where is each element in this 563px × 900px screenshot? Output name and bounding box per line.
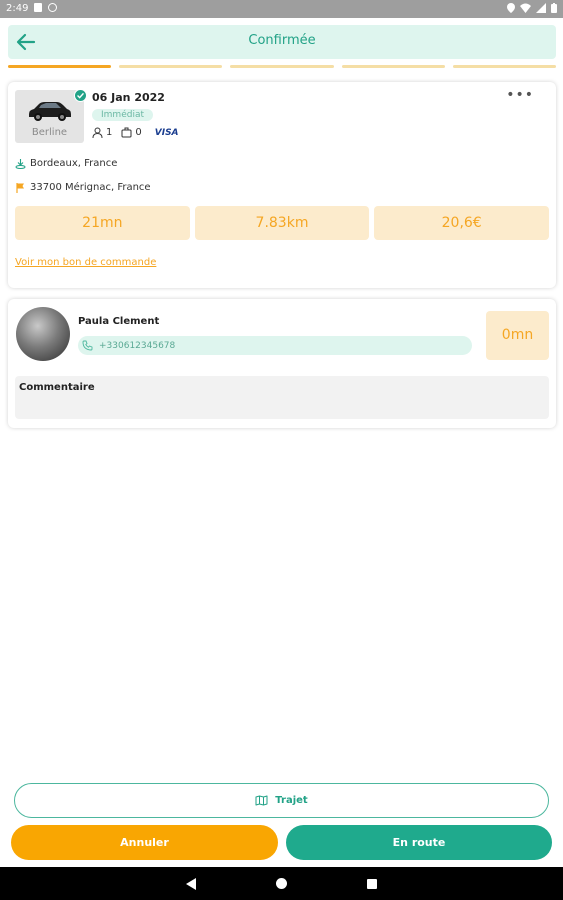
client-phone-number: +330612345678 [99, 340, 176, 351]
phone-icon [82, 340, 93, 351]
progress-segment-4 [341, 65, 445, 68]
vehicle-thumbnail: Berline [15, 89, 87, 143]
trip-stats: 21mn 7.83km 20,6€ [15, 206, 550, 240]
trajet-button[interactable]: Trajet [14, 783, 549, 818]
order-voucher-link[interactable]: Voir mon bon de commande [15, 257, 156, 268]
signal-icon [536, 3, 546, 13]
status-notification-icons [34, 3, 57, 12]
trip-duration: 21mn [15, 206, 190, 240]
battery-icon [551, 3, 557, 13]
passenger-count: 1 [106, 127, 113, 138]
booking-details-row: 1 0 VISA [92, 127, 179, 138]
progress-segment-3 [230, 65, 334, 68]
pickup-pin-icon [15, 159, 26, 169]
client-card: Paula Clement +330612345678 0mn Commenta… [8, 299, 556, 428]
sync-icon [48, 3, 57, 12]
en-route-button[interactable]: En route [286, 825, 552, 860]
dropoff-address: 33700 Mérignac, France [15, 182, 151, 193]
trip-distance: 7.83km [194, 206, 370, 240]
trip-price: 20,6€ [374, 206, 550, 240]
nav-home-icon[interactable] [276, 878, 287, 889]
booking-type-badge: Immédiat [92, 109, 153, 121]
sd-card-icon [34, 3, 42, 12]
pickup-address: Bordeaux, France [15, 158, 117, 169]
comment-box: Commentaire [15, 376, 549, 419]
location-icon [507, 3, 515, 13]
client-name: Paula Clement [78, 316, 160, 327]
client-phone-button[interactable]: +330612345678 [78, 336, 472, 355]
status-system-icons [507, 3, 557, 13]
page-title: Confirmée [248, 33, 316, 48]
system-nav-bar [0, 867, 563, 900]
vehicle-type-label: Berline [31, 127, 68, 138]
car-icon [29, 102, 71, 121]
app-header: Confirmée [8, 25, 556, 59]
booking-card: Berline 06 Jan 2022 Immédiat 1 0 VISA ••… [8, 82, 556, 288]
nav-back-icon[interactable] [186, 878, 196, 890]
user-icon [92, 127, 103, 138]
visa-payment-icon: VISA [154, 127, 179, 138]
progress-segment-5 [452, 65, 557, 68]
map-icon [255, 795, 268, 806]
trajet-button-label: Trajet [275, 795, 308, 806]
progress-segment-1 [8, 65, 112, 68]
check-circle-icon [74, 89, 87, 102]
nav-recents-icon[interactable] [367, 879, 377, 889]
cancel-button[interactable]: Annuler [11, 825, 278, 860]
progress-segment-2 [119, 65, 223, 68]
luggage-icon [121, 127, 132, 138]
status-bar: 2:49 [0, 0, 563, 18]
luggage-count: 0 [135, 127, 142, 138]
booking-date: 06 Jan 2022 [92, 91, 165, 104]
comment-label: Commentaire [19, 382, 95, 393]
dropoff-address-text: 33700 Mérignac, France [30, 182, 151, 193]
client-avatar [16, 307, 70, 361]
client-eta: 0mn [486, 311, 549, 360]
wifi-icon [520, 3, 531, 13]
status-time: 2:49 [6, 3, 29, 14]
more-options-icon[interactable]: ••• [506, 87, 534, 103]
status-progress [8, 65, 557, 69]
pickup-address-text: Bordeaux, France [30, 158, 118, 169]
flag-icon [16, 183, 24, 193]
